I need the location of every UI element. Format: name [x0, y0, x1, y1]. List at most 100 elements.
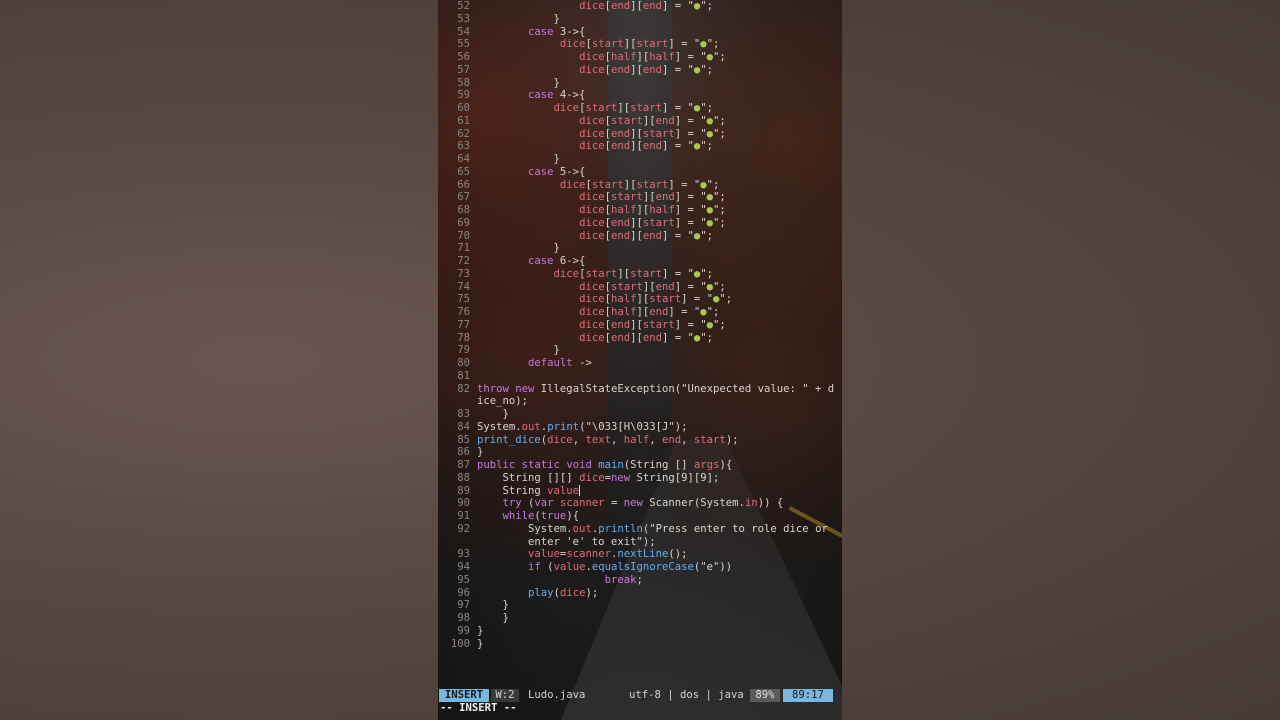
- code-line[interactable]: 88 String [][] dice=new String[9][9];: [438, 472, 842, 485]
- code-line[interactable]: 79 }: [438, 344, 842, 357]
- line-number: 93: [457, 548, 470, 561]
- code-line[interactable]: 82 throw new IllegalStateException("Unexp…: [438, 383, 842, 396]
- line-text: dice[start][start] = "●";: [553, 267, 714, 280]
- code-line[interactable]: 91 while(true){: [438, 510, 842, 523]
- code-line[interactable]: 56 dice[half][half] = "●";: [438, 51, 842, 64]
- line-number: 85: [457, 433, 470, 446]
- code-line[interactable]: 97 }: [438, 599, 842, 612]
- line-number: 100: [450, 637, 470, 650]
- line-number: 76: [457, 306, 470, 318]
- code-line[interactable]: 87 public static void main(String [] args…: [438, 459, 842, 472]
- line-text: String [][] dice=new String[9][9];: [477, 471, 720, 484]
- line-number: 79: [457, 344, 470, 357]
- code-line[interactable]: 69 dice[end][start] = "●";: [438, 217, 842, 230]
- line-text: dice[start][end] = "●";: [579, 191, 726, 204]
- code-line[interactable]: 100}: [438, 638, 842, 651]
- code-line[interactable]: 99}: [438, 625, 842, 638]
- line-text: }: [477, 624, 484, 637]
- line-text: case 5->{: [528, 165, 586, 178]
- line-text: System.out.print("\033[H\033[J");: [477, 420, 688, 433]
- code-line[interactable]: 76 dice[half][end] = "●";: [438, 306, 842, 319]
- code-line[interactable]: 89 String value: [438, 484, 842, 498]
- code-line[interactable]: 58 }: [438, 77, 842, 90]
- line-number: 63: [457, 140, 470, 153]
- line-text: dice[end][end] = "●";: [579, 140, 714, 153]
- code-buffer[interactable]: 52 dice[end][end] = "●"; 53 } 54 case 3->{…: [438, 0, 842, 650]
- word-count: W:2: [491, 689, 519, 702]
- code-line[interactable]: 73 dice[start][start] = "●";: [438, 268, 842, 281]
- code-line[interactable]: 92 System.out.println("Press enter to ro…: [438, 523, 842, 536]
- line-text: dice[start][start] = "●";: [559, 178, 720, 191]
- code-line[interactable]: 72 case 6->{: [438, 255, 842, 268]
- line-number: 90: [457, 497, 470, 510]
- line-text: ice_no);: [477, 395, 529, 408]
- code-line[interactable]: 78 dice[end][end] = "●";: [438, 332, 842, 345]
- code-line[interactable]: 77 dice[end][start] = "●";: [438, 319, 842, 332]
- code-line[interactable]: 55 dice[start][start] = "●";: [438, 38, 842, 51]
- code-line[interactable]: 75 dice[half][start] = "●";: [438, 293, 842, 306]
- code-line[interactable]: 68 dice[half][half] = "●";: [438, 204, 842, 217]
- line-text: case 3->{: [528, 25, 586, 38]
- line-text: }: [477, 637, 484, 650]
- line-text: value=scanner.nextLine();: [528, 548, 688, 561]
- line-text: play(dice);: [528, 586, 599, 599]
- filename: Ludo.java: [528, 689, 586, 701]
- code-line[interactable]: 61 dice[start][end] = "●";: [438, 115, 842, 128]
- line-number: 83: [457, 408, 470, 420]
- code-line[interactable]: 60 dice[start][start] = "●";: [438, 102, 842, 115]
- code-line[interactable]: 66 dice[start][start] = "●";: [438, 179, 842, 192]
- line-number: 88: [457, 471, 470, 484]
- code-line[interactable]: 84 System.out.print("\033[H\033[J");: [438, 421, 842, 434]
- code-line[interactable]: 80 default ->: [438, 357, 842, 370]
- code-line[interactable]: 90 try (var scanner = new Scanner(System…: [438, 497, 842, 510]
- code-line[interactable]: 0 enter 'e' to exit");: [438, 536, 842, 549]
- line-text: }: [477, 12, 560, 25]
- line-number: 98: [457, 612, 470, 624]
- code-line[interactable]: 57 dice[end][end] = "●";: [438, 64, 842, 77]
- line-text: String value: [477, 484, 581, 497]
- code-line[interactable]: 83 }: [438, 408, 842, 421]
- code-line[interactable]: 93 value=scanner.nextLine();: [438, 548, 842, 561]
- code-line[interactable]: 98 }: [438, 612, 842, 625]
- code-line[interactable]: 65 case 5->{: [438, 166, 842, 179]
- code-line[interactable]: 64 }: [438, 153, 842, 166]
- line-text: }: [477, 76, 560, 89]
- code-line[interactable]: 67 dice[start][end] = "●";: [438, 191, 842, 204]
- line-number: 62: [457, 127, 470, 140]
- code-line[interactable]: 95 break;: [438, 574, 842, 587]
- code-line[interactable]: 85 print_dice(dice, text, half, end, star…: [438, 434, 842, 447]
- code-line[interactable]: 74 dice[start][end] = "●";: [438, 281, 842, 294]
- line-number: 66: [457, 178, 470, 191]
- file-info: utf-8 | dos | java: [629, 689, 744, 701]
- line-number: 86: [457, 446, 470, 459]
- line-number: 95: [457, 573, 470, 586]
- code-line[interactable]: 70 dice[end][end] = "●";: [438, 230, 842, 243]
- line-number: 78: [457, 331, 470, 344]
- vim-terminal-window[interactable]: 52 dice[end][end] = "●"; 53 } 54 case 3->{…: [438, 0, 842, 720]
- code-line[interactable]: 81: [438, 370, 842, 383]
- code-line[interactable]: 94 if (value.equalsIgnoreCase("e")): [438, 561, 842, 574]
- line-number: 61: [457, 114, 470, 127]
- code-line[interactable]: 86}: [438, 446, 842, 459]
- line-text: dice[end][end] = "●";: [579, 331, 714, 344]
- code-line[interactable]: 62 dice[end][start] = "●";: [438, 128, 842, 141]
- line-text: dice[start][start] = "●";: [559, 38, 720, 51]
- code-line[interactable]: 71 }: [438, 242, 842, 255]
- line-text: case 4->{: [528, 89, 586, 102]
- code-line[interactable]: 54 case 3->{: [438, 26, 842, 39]
- line-text: dice[end][end] = "●";: [579, 229, 714, 242]
- code-line[interactable]: 53 }: [438, 13, 842, 26]
- code-line[interactable]: 0 ice_no);: [438, 395, 842, 408]
- code-line[interactable]: 52 dice[end][end] = "●";: [438, 0, 842, 13]
- code-line[interactable]: 96 play(dice);: [438, 587, 842, 600]
- mode-indicator: INSERT: [439, 689, 489, 702]
- line-number: 53: [457, 12, 470, 25]
- line-text: }: [477, 408, 509, 420]
- line-number: 96: [457, 586, 470, 599]
- code-line[interactable]: 63 dice[end][end] = "●";: [438, 140, 842, 153]
- line-text: }: [477, 344, 560, 357]
- line-number: 0: [438, 395, 470, 408]
- vim-statusline: INSERT W:2 Ludo.java utf-8 | dos | java …: [438, 689, 842, 702]
- code-line[interactable]: 59 case 4->{: [438, 89, 842, 102]
- command-line[interactable]: -- INSERT --: [440, 702, 517, 715]
